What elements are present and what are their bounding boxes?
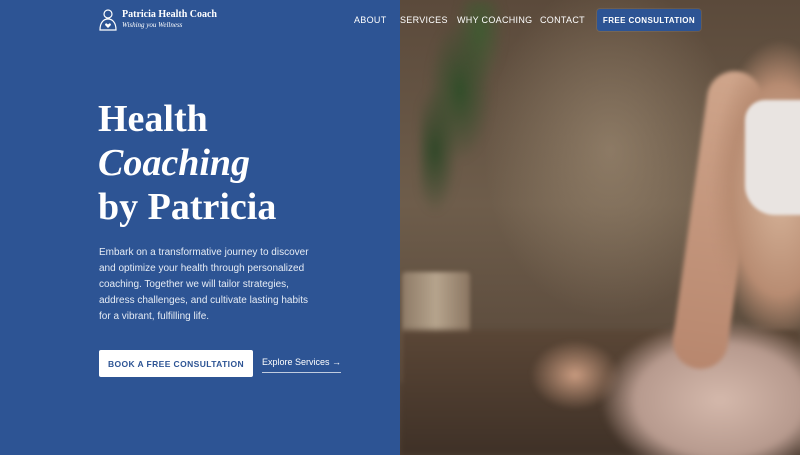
hero-photo (400, 0, 800, 455)
nav-services[interactable]: SERVICES (400, 15, 448, 25)
person-heart-icon (99, 9, 117, 31)
nav-contact[interactable]: CONTACT (540, 15, 585, 25)
hero-title-line1: Health (98, 98, 208, 140)
nav-why-coaching-container: WHY COACHING (457, 0, 532, 39)
brand-logo[interactable]: Patricia Health Coach Wishing you Wellne… (98, 9, 217, 31)
hero-description: Embark on a transformative journey to di… (99, 247, 309, 322)
nav-contact-container: CONTACT (540, 0, 585, 39)
nav-about-container: ABOUT (354, 0, 387, 39)
brand-title: Patricia Health Coach (122, 9, 217, 20)
hero-title-line3: by Patricia (98, 186, 277, 228)
nav-why-coaching[interactable]: WHY COACHING (457, 15, 532, 25)
explore-services-link[interactable]: Explore Services → (262, 357, 342, 373)
photo-person-hand (530, 340, 620, 410)
nav-about[interactable]: ABOUT (354, 15, 387, 25)
nav-services-container: SERVICES (400, 0, 448, 39)
photo-person-top (745, 100, 800, 215)
brand-tagline: Wishing you Wellness (122, 21, 183, 29)
book-consultation-button[interactable]: BOOK A FREE CONSULTATION (99, 350, 253, 377)
hero-title: Health Coaching by Patricia (98, 97, 276, 229)
hero-title-line2: Coaching (98, 142, 251, 184)
free-consultation-button[interactable]: FREE CONSULTATION (597, 9, 701, 31)
